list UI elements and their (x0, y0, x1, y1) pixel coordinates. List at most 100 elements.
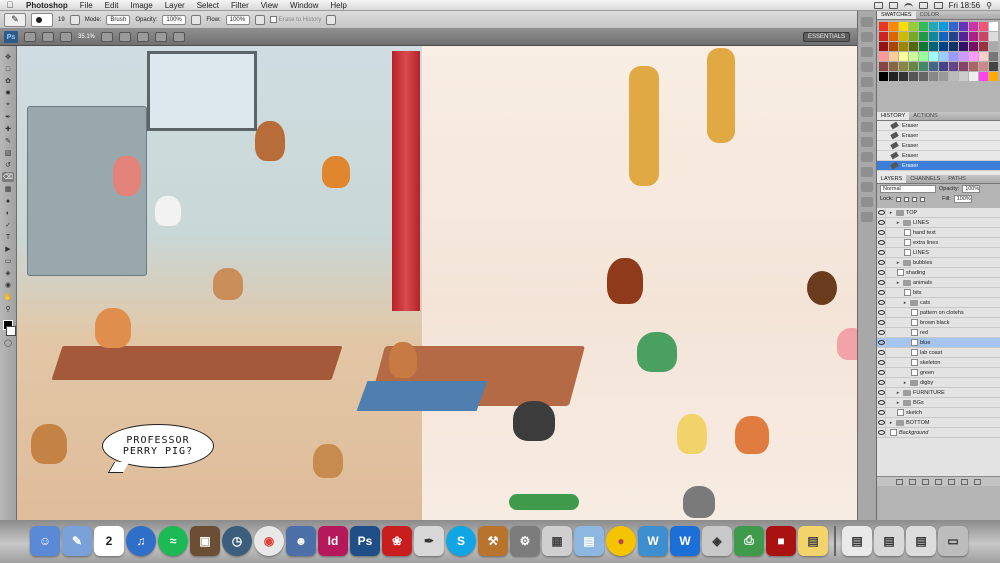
layer-row[interactable]: LINES (877, 247, 1000, 258)
quick-select-tool-icon[interactable]: ✹ (2, 88, 14, 98)
layer-row[interactable]: ▸ BOTTOM (877, 417, 1000, 428)
visibility-eye-icon[interactable] (877, 267, 886, 278)
swatch[interactable] (949, 62, 958, 71)
swatch[interactable] (959, 62, 968, 71)
paragraph-icon[interactable] (861, 137, 873, 147)
dodge-tool-icon[interactable]: ◐ (2, 208, 14, 218)
swatch[interactable] (959, 42, 968, 51)
swatch[interactable] (969, 42, 978, 51)
visibility-eye-icon[interactable] (877, 367, 886, 378)
wacom-icon[interactable]: W (638, 525, 668, 556)
lock-image-icon[interactable] (904, 196, 910, 202)
brush-panel-toggle-icon[interactable] (69, 14, 80, 25)
menu-app-photoshop[interactable]: Photoshop (20, 1, 74, 10)
layer-row[interactable]: green (877, 367, 1000, 378)
swatch[interactable] (989, 22, 998, 31)
character-icon[interactable] (861, 122, 873, 132)
swatch[interactable] (919, 72, 928, 81)
menu-image[interactable]: Image (124, 1, 158, 10)
visibility-eye-icon[interactable] (877, 387, 886, 398)
swatch[interactable] (989, 52, 998, 61)
swatch[interactable] (879, 72, 888, 81)
visibility-eye-icon[interactable] (877, 208, 886, 218)
menu-view[interactable]: View (255, 1, 284, 10)
word-icon[interactable]: W (670, 525, 700, 556)
swatch[interactable] (899, 22, 908, 31)
history-item[interactable]: Eraser (877, 151, 1000, 161)
screen-mode-icon[interactable] (173, 32, 186, 42)
swatch[interactable] (909, 72, 918, 81)
layer-row[interactable]: shading (877, 267, 1000, 278)
masks-icon[interactable] (861, 62, 873, 72)
visibility-eye-icon[interactable] (877, 297, 886, 308)
swatch[interactable] (989, 42, 998, 51)
layer-row[interactable]: bits (877, 287, 1000, 298)
marquee-tool-icon[interactable]: □ (2, 64, 14, 74)
new-layer-icon[interactable] (961, 478, 968, 485)
swatch[interactable] (889, 62, 898, 71)
eraser-tool-icon[interactable]: ⌫ (2, 172, 14, 182)
histogram-icon[interactable] (861, 92, 873, 102)
visibility-eye-icon[interactable] (877, 327, 886, 338)
volume-icon[interactable] (918, 2, 928, 9)
swatch[interactable] (979, 22, 988, 31)
navigator-icon[interactable] (861, 77, 873, 87)
canvas[interactable]: PROFESSOR PERRY PIG? (17, 46, 876, 520)
swatch[interactable] (939, 62, 948, 71)
brush-panel-icon[interactable] (861, 17, 873, 27)
swatch[interactable] (899, 42, 908, 51)
layer-row[interactable]: ▸ digby (877, 377, 1000, 388)
menu-window[interactable]: Window (284, 1, 324, 10)
swatch[interactable] (979, 32, 988, 41)
swatch[interactable] (959, 72, 968, 81)
lock-position-icon[interactable] (912, 196, 918, 202)
cyberduck-icon[interactable]: ● (606, 525, 636, 556)
3d-rotate-tool-icon[interactable]: ◈ (2, 268, 14, 278)
swatch[interactable] (939, 72, 948, 81)
swatch[interactable] (969, 22, 978, 31)
swatch[interactable] (929, 42, 938, 51)
indesign-icon[interactable]: Id (318, 525, 348, 556)
lasso-tool-icon[interactable]: ✿ (2, 76, 14, 86)
swatch[interactable] (899, 72, 908, 81)
swatch[interactable] (879, 32, 888, 41)
animation-icon[interactable] (861, 212, 873, 222)
eraser-tool-preset-icon[interactable]: ✎ (4, 12, 26, 27)
visibility-eye-icon[interactable] (877, 337, 886, 348)
zoom-tool-icon[interactable]: ⚲ (2, 304, 14, 314)
swatch[interactable] (979, 42, 988, 51)
swatch[interactable] (919, 52, 928, 61)
brush-tool-icon[interactable]: ✎ (2, 136, 14, 146)
swatch[interactable] (969, 32, 978, 41)
finder-icon[interactable]: ☺ (30, 525, 60, 556)
expand-arrow-icon[interactable]: ▸ (895, 220, 901, 226)
swatch[interactable] (899, 52, 908, 61)
menubar-clock[interactable]: Fri 18:56 (949, 1, 981, 10)
expand-arrow-icon[interactable]: ▸ (895, 280, 901, 286)
layer-row[interactable]: ▸ animals (877, 277, 1000, 288)
photo-booth-icon[interactable]: ☻ (286, 525, 316, 556)
document-icon[interactable]: ▤ (842, 525, 872, 556)
layer-row[interactable]: ▸ TOP (877, 208, 1000, 218)
layer-row[interactable]: ▸ BGs (877, 397, 1000, 408)
swatch[interactable] (919, 42, 928, 51)
trash-icon[interactable] (974, 478, 981, 485)
expand-arrow-icon[interactable]: ▸ (902, 380, 908, 386)
brush-preset-picker[interactable] (31, 12, 53, 27)
clone-source-icon[interactable] (861, 32, 873, 42)
downloads-folder-icon[interactable]: ▤ (906, 525, 936, 556)
expand-arrow-icon[interactable]: ▸ (902, 300, 908, 306)
bluetooth-icon[interactable] (888, 2, 898, 9)
layer-opacity-input[interactable]: 100% (962, 185, 981, 193)
expand-arrow-icon[interactable]: ▸ (888, 420, 894, 426)
swatch[interactable] (959, 32, 968, 41)
swatch[interactable] (959, 52, 968, 61)
swatch[interactable] (979, 52, 988, 61)
visibility-eye-icon[interactable] (877, 357, 886, 368)
red-app-icon[interactable]: ■ (766, 525, 796, 556)
3d-camera-tool-icon[interactable]: ◉ (2, 280, 14, 290)
swatch[interactable] (929, 22, 938, 31)
tool-presets-icon[interactable] (861, 182, 873, 192)
layer-style-icon[interactable] (909, 478, 916, 485)
swatch[interactable] (949, 52, 958, 61)
